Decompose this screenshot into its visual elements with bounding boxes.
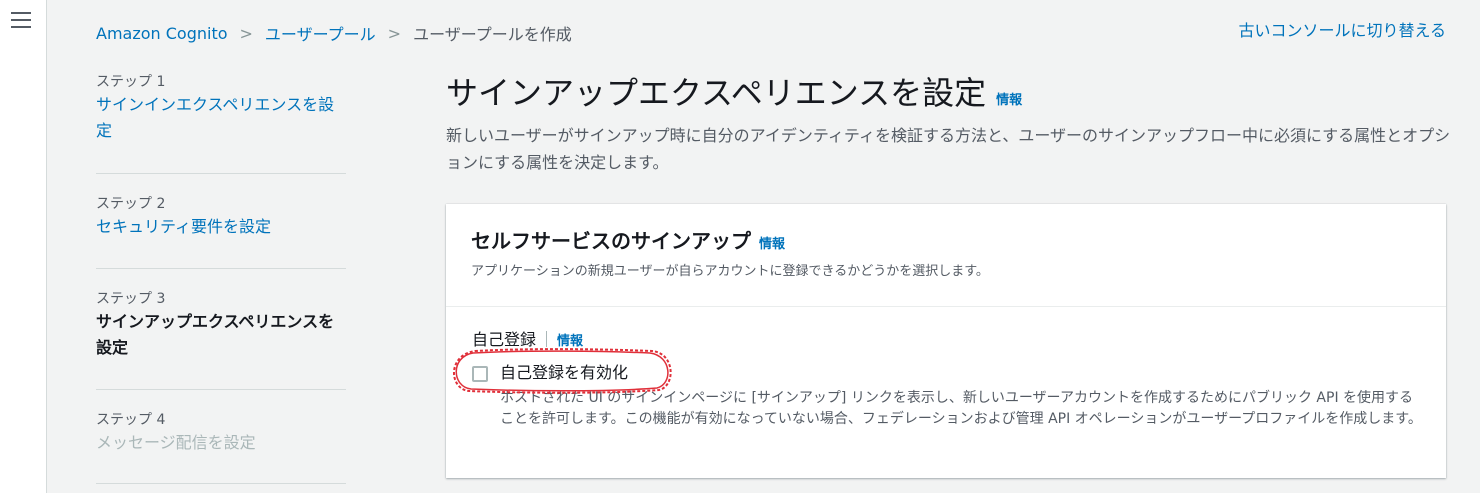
- field-info-link[interactable]: 情報: [557, 334, 583, 349]
- panel-title-text: セルフサービスのサインアップ: [471, 229, 751, 253]
- step-label: ステップ 1: [96, 74, 166, 90]
- step-link-security[interactable]: セキュリティ要件を設定: [96, 214, 346, 240]
- breadcrumb-current: ユーザープールを作成: [413, 25, 572, 44]
- hamburger-menu-icon[interactable]: [11, 12, 31, 30]
- page-description: 新しいユーザーがサインアップ時に自分のアイデンティティを検証する方法と、ユーザー…: [446, 126, 1451, 172]
- page-info-link[interactable]: 情報: [996, 93, 1022, 108]
- breadcrumb-user-pools[interactable]: ユーザープール: [265, 21, 376, 45]
- checkbox-label[interactable]: 自己登録を有効化: [500, 361, 628, 385]
- step-link-sign-in[interactable]: サインインエクスペリエンスを設定: [96, 92, 346, 144]
- panel-title: セルフサービスのサインアップ 情報: [471, 227, 1421, 259]
- panel-header: セルフサービスのサインアップ 情報 アプリケーションの新規ユーザーが自らアカウント…: [446, 204, 1446, 307]
- side-rail: [0, 0, 47, 493]
- step-label: ステップ 2: [96, 196, 166, 212]
- page-title: サインアップエクスペリエンスを設定 情報: [446, 71, 1022, 123]
- breadcrumb-amazon-cognito[interactable]: Amazon Cognito: [96, 24, 228, 43]
- self-registration-label: 自己登録 情報: [472, 328, 583, 354]
- chevron-right-icon: >: [239, 23, 253, 43]
- wizard-step-3: ステップ 3 サインアップエクスペリエンスを設定: [96, 269, 346, 390]
- enable-self-registration-checkbox[interactable]: [472, 366, 488, 382]
- wizard-step-2: ステップ 2 セキュリティ要件を設定: [96, 174, 346, 269]
- step-current-sign-up: サインアップエクスペリエンスを設定: [96, 312, 335, 357]
- field-label-text: 自己登録: [472, 330, 537, 349]
- wizard-step-4: ステップ 4 メッセージ配信を設定: [96, 390, 346, 484]
- step-disabled-messaging: メッセージ配信を設定: [96, 433, 256, 452]
- step-label: ステップ 4: [96, 412, 166, 428]
- step-label: ステップ 3: [96, 291, 166, 307]
- checkbox-description: ホストされた UI のサインインページに [サインアップ] リンクを表示し、新し…: [500, 390, 1422, 427]
- wizard-steps: ステップ 1 サインインエクスペリエンスを設定 ステップ 2 セキュリティ要件を…: [96, 72, 346, 484]
- label-divider: [546, 331, 548, 347]
- panel-info-link[interactable]: 情報: [759, 237, 785, 252]
- panel-subtitle: アプリケーションの新規ユーザーが自らアカウントに登録できるかどうかを選択します。: [471, 264, 989, 279]
- self-service-signup-panel: セルフサービスのサインアップ 情報 アプリケーションの新規ユーザーが自らアカウント…: [446, 204, 1446, 478]
- switch-old-console-link[interactable]: 古いコンソールに切り替える: [1238, 17, 1446, 41]
- breadcrumb: Amazon Cognito > ユーザープール > ユーザープールを作成: [96, 21, 572, 45]
- chevron-right-icon: >: [387, 23, 402, 43]
- wizard-step-1: ステップ 1 サインインエクスペリエンスを設定: [96, 72, 346, 174]
- page-title-text: サインアップエクスペリエンスを設定: [446, 74, 987, 112]
